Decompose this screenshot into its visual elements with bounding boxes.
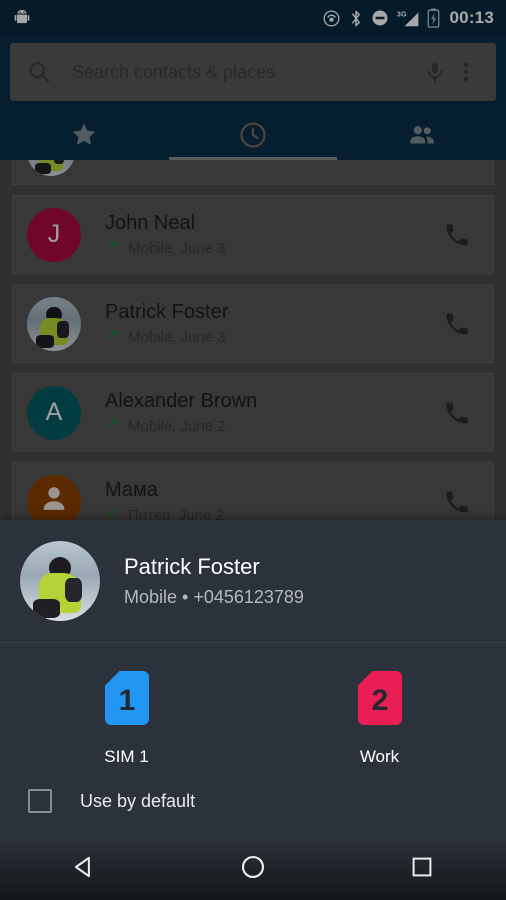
sim-options: 1 SIM 1 2 Work [0, 643, 506, 767]
use-by-default-checkbox[interactable] [28, 789, 52, 813]
recents-button[interactable] [337, 855, 506, 884]
sim-option-label: SIM 1 [104, 747, 149, 766]
sim-option-sim1[interactable]: 1 SIM 1 [0, 671, 253, 767]
sim-selection-dialog: Patrick Foster Mobile • +0456123789 1 SI… [0, 520, 506, 838]
dialog-contact-info: Patrick Foster Mobile • +0456123789 [124, 553, 304, 609]
avatar [20, 541, 100, 621]
dialog-header: Patrick Foster Mobile • +0456123789 [0, 520, 506, 642]
svg-text:2: 2 [371, 684, 388, 717]
use-by-default-label: Use by default [80, 790, 196, 811]
sim-option-label: Work [359, 747, 400, 766]
navigation-bar [0, 838, 506, 900]
page-title: Patrick Foster [124, 554, 260, 579]
home-circle-icon [240, 854, 266, 885]
sim-card-icon: 1 [104, 671, 149, 730]
home-button[interactable] [169, 854, 338, 885]
back-triangle-icon [71, 854, 97, 885]
sim-card-icon: 2 [357, 671, 402, 730]
phone-screen: 3G 00:13 Search contacts & places J John… [0, 0, 506, 900]
sim-option-work[interactable]: 2 Work [253, 671, 506, 767]
svg-text:1: 1 [118, 684, 135, 717]
dialog-scrim[interactable] [0, 0, 506, 520]
recents-square-icon [410, 855, 434, 884]
contact-number: Mobile • +0456123789 [124, 587, 304, 607]
back-button[interactable] [0, 854, 169, 885]
use-by-default-row[interactable]: Use by default [0, 767, 506, 813]
